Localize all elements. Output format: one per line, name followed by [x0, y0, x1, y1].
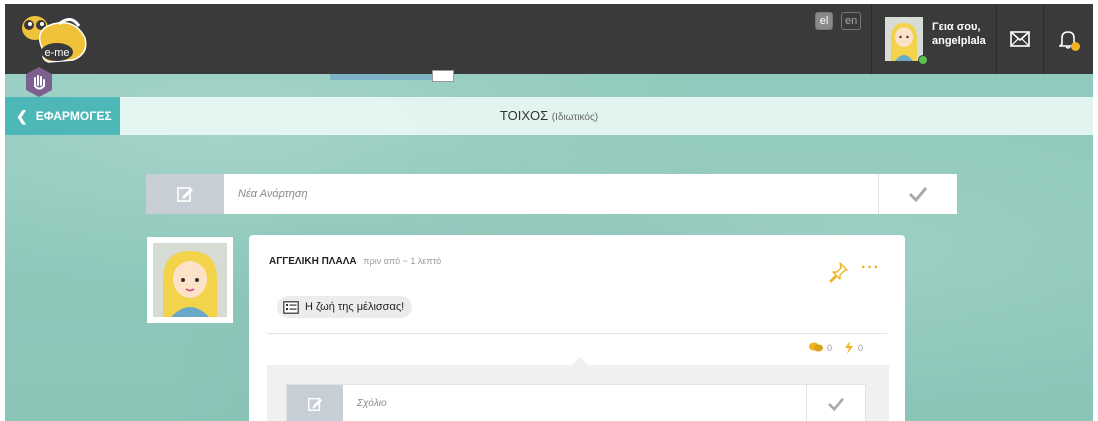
back-to-apps-button[interactable]: ❮ ΕΦΑΡΜΟΓΕΣ [5, 97, 120, 135]
lightning-icon[interactable] [844, 341, 854, 354]
chevron-left-icon: ❮ [16, 107, 28, 124]
comment-box[interactable]: Σχόλιο [286, 384, 866, 421]
collapsed-panel-strip [330, 74, 440, 80]
divider [871, 4, 872, 74]
post-author: ΑΓΓΕΛΙΚΗ ΠΛΑΛΑ πριν από ~ 1 λεπτό [269, 256, 441, 267]
comments-count: 0 [827, 342, 833, 353]
online-status-dot [918, 55, 928, 65]
user-greeting[interactable]: Γεια σου, angelplala [932, 20, 986, 48]
more-options-icon[interactable]: ··· [861, 259, 880, 277]
likes-count: 0 [858, 342, 864, 353]
edit-icon [146, 174, 224, 214]
post-divider [267, 333, 887, 334]
list-icon [283, 300, 299, 314]
new-post-box[interactable]: Νέα Ανάρτηση [146, 174, 957, 214]
post-tag[interactable]: Η ζωή της μέλισσας! [277, 296, 413, 318]
user-avatar[interactable] [885, 17, 923, 61]
submit-post-button[interactable] [878, 174, 957, 214]
notification-badge [1071, 42, 1080, 51]
checkmark-icon [828, 397, 845, 411]
page-title-text: ΤΟΙΧΟΣ [499, 108, 549, 123]
post-author-name[interactable]: ΑΓΓΕΛΙΚΗ ΠΛΑΛΑ [269, 256, 357, 267]
post-stats: 0 0 [809, 341, 863, 354]
page-title: ΤΟΙΧΟΣ (Ιδιωτικός) [5, 97, 1093, 135]
divider [1043, 4, 1044, 74]
greeting-line: Γεια σου, [932, 21, 981, 33]
comment-input[interactable]: Σχόλιο [357, 385, 387, 421]
raise-hand-icon[interactable] [25, 67, 53, 97]
comments-icon[interactable] [809, 342, 823, 353]
username: angelplala [932, 35, 986, 47]
messages-button[interactable] [997, 4, 1043, 74]
post-card: ΑΓΓΕΛΙΚΗ ΠΛΑΛΑ πριν από ~ 1 λεπτό ··· Η … [249, 235, 905, 421]
lang-en-button[interactable]: en [841, 12, 862, 30]
post-tag-label: Η ζωή της μέλισσας! [305, 301, 405, 313]
new-post-input[interactable]: Νέα Ανάρτηση [238, 174, 308, 214]
notifications-button[interactable] [1045, 4, 1091, 74]
logo-text: e-me [44, 47, 69, 59]
collapsed-panel-handle[interactable] [432, 70, 454, 82]
edit-icon [287, 385, 343, 421]
post-author-avatar[interactable] [147, 237, 233, 323]
e-me-logo[interactable]: e-me [13, 10, 91, 68]
checkmark-icon [908, 187, 928, 202]
page-title-sub: (Ιδιωτικός) [551, 112, 599, 123]
pin-icon[interactable] [827, 261, 849, 288]
app-frame: e-me el en Γεια σου, angelplala ΤΟΙΧΟΣ (… [5, 4, 1093, 421]
post-timestamp: πριν από ~ 1 λεπτό [363, 256, 442, 266]
back-button-label: ΕΦΑΡΜΟΓΕΣ [35, 109, 112, 123]
mail-icon [1010, 31, 1030, 47]
top-bar: e-me el en Γεια σου, angelplala [5, 4, 1093, 82]
submit-comment-button[interactable] [806, 385, 865, 421]
lang-el-button[interactable]: el [815, 12, 833, 30]
